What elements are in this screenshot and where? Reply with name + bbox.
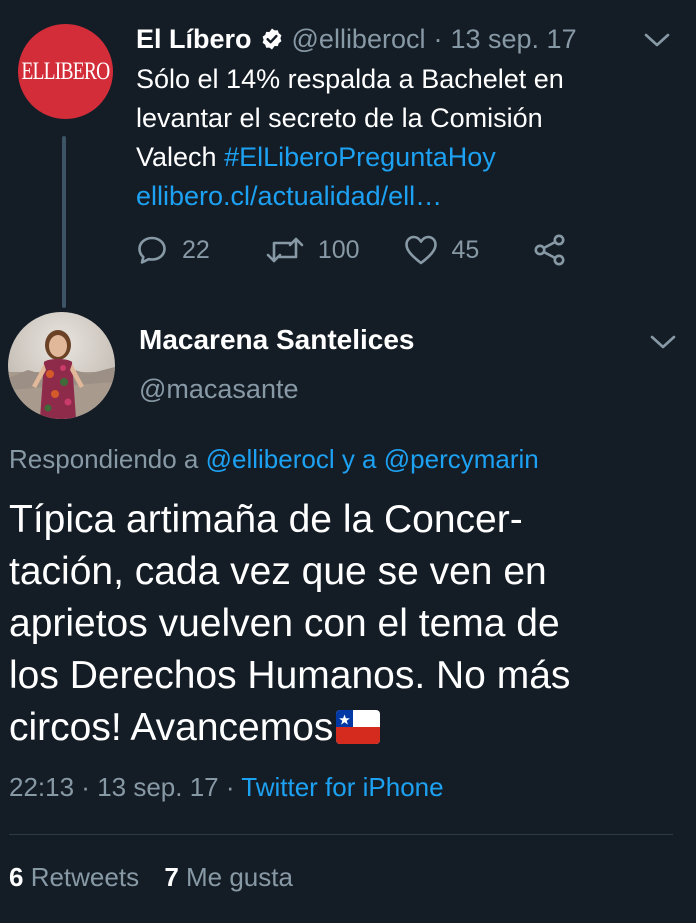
replying-to-line: Respondiendo a @elliberocl y a @percymar… [9, 444, 539, 475]
mention-elliberocl[interactable]: @elliberocl [206, 444, 335, 474]
likes-stat[interactable]: 7 Me gusta [164, 862, 293, 892]
avatar-logo-text: ELLIBERO [21, 57, 111, 85]
text-line: tación, cada vez que se ven en [9, 550, 547, 593]
thread-connector-line [62, 136, 66, 308]
reply-author-name[interactable]: Macarena Santelices [139, 324, 415, 356]
author-handle[interactable]: @elliberocl [292, 24, 426, 55]
macarena-avatar[interactable] [8, 312, 115, 419]
reply-count: 22 [182, 235, 210, 264]
tweet-detail-screen: ELLIBERO El Líbero @elliberocl · 13 sep.… [0, 0, 696, 923]
header-separator: · [433, 23, 443, 54]
retweets-stat[interactable]: 6 Retweets [9, 862, 139, 892]
like-count: 45 [451, 235, 480, 264]
like-icon [404, 235, 437, 265]
hashtag-link[interactable]: #ElLiberoPreguntaHoy [224, 142, 496, 172]
retweet-count: 100 [317, 235, 360, 264]
parent-tweet[interactable]: ELLIBERO El Líbero @elliberocl · 13 sep.… [0, 0, 696, 308]
tweet-date: 13 sep. 17 [97, 772, 219, 802]
retweet-button[interactable]: 100 [266, 228, 360, 272]
reply-tweet-text: Típica artimaña de la Concer- tación, ca… [9, 494, 679, 754]
share-button[interactable] [533, 228, 567, 272]
share-icon [534, 234, 565, 266]
like-button[interactable]: 45 [404, 228, 480, 272]
verified-badge-icon [262, 28, 281, 50]
author-name[interactable]: El Líbero [136, 24, 252, 55]
replying-join: y a [334, 444, 384, 474]
retweet-icon [266, 237, 304, 263]
divider [9, 834, 673, 835]
article-link[interactable]: ellibero.cl/actualidad/ell… [136, 177, 656, 216]
parent-tweet-actions: 22 100 45 [136, 228, 567, 272]
tweet-meta-line: 22:13 · 13 sep. 17 · Twitter for iPhone [9, 772, 444, 803]
mention-percymarin[interactable]: @percymarin [384, 444, 539, 474]
text-line: circos! Avancemos [9, 706, 334, 749]
tweet-date[interactable]: 13 sep. 17 [450, 24, 576, 55]
el-libero-avatar[interactable]: ELLIBERO [18, 24, 113, 119]
like-label: Me gusta [178, 862, 293, 892]
parent-tweet-text: Sólo el 14% respalda a Bachelet en levan… [136, 60, 656, 216]
text-line: levantar el secreto de la Comisión [136, 103, 543, 133]
reply-button[interactable]: 22 [136, 228, 210, 272]
meta-separator: · [218, 772, 242, 802]
text-line: Típica artimaña de la Concer- [9, 498, 523, 541]
text-line: los Derechos Humanos. No más [9, 654, 571, 697]
tweet-source-link[interactable]: Twitter for iPhone [241, 772, 443, 802]
retweet-label: Retweets [23, 862, 140, 892]
tweet-time: 22:13 [9, 772, 75, 802]
text-line: Sólo el 14% respalda a Bachelet en [136, 64, 564, 94]
chevron-down-icon[interactable] [650, 334, 676, 350]
chevron-down-icon[interactable] [644, 32, 670, 48]
chile-flag-emoji [336, 710, 381, 744]
tweet-stats: 6 Retweets 7 Me gusta [9, 862, 293, 893]
replying-prefix: Respondiendo a [9, 444, 206, 474]
parent-tweet-header: El Líbero @elliberocl · 13 sep. 17 [136, 22, 577, 56]
reply-author-handle[interactable]: @macasante [139, 374, 298, 405]
like-total: 7 [164, 862, 179, 892]
profile-photo [8, 330, 115, 419]
text-line: Valech [136, 142, 225, 172]
text-line: aprietos vuelven con el tema de [9, 602, 560, 645]
reply-icon [138, 236, 166, 264]
meta-separator: · [74, 772, 98, 802]
retweet-total: 6 [9, 862, 24, 892]
